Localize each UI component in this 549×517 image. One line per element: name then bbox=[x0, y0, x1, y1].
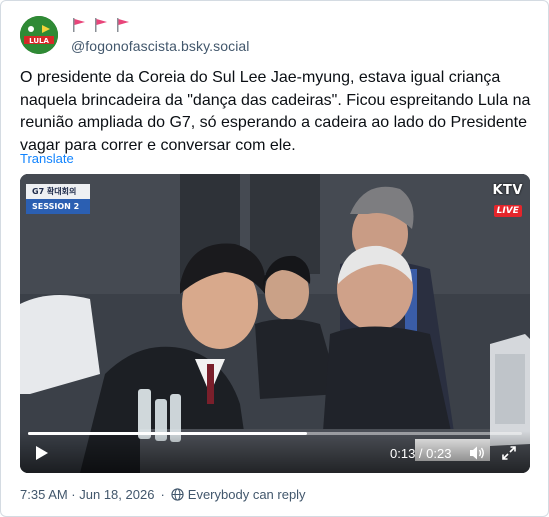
volume-icon[interactable] bbox=[468, 444, 486, 462]
translate-link[interactable]: Translate bbox=[20, 151, 74, 166]
post-footer: 7:35 AM · Jun 18, 2026 · Everybody can r… bbox=[20, 487, 306, 502]
video-player[interactable]: G7 확대회의 SESSION 2 KTV LIVE 0:13 / 0:23 bbox=[20, 174, 530, 473]
session-badge: G7 확대회의 SESSION 2 bbox=[26, 184, 90, 214]
play-icon[interactable] bbox=[32, 444, 50, 462]
live-badge: LIVE bbox=[493, 205, 522, 217]
flag-icon bbox=[117, 18, 129, 32]
session-subtitle: SESSION 2 bbox=[26, 199, 90, 214]
flag-icon bbox=[95, 18, 107, 32]
reply-setting[interactable]: Everybody can reply bbox=[188, 487, 306, 502]
author-handle[interactable]: @fogonofascista.bsky.social bbox=[71, 38, 250, 54]
post-text: O presidente da Coreia do Sul Lee Jae-my… bbox=[20, 69, 531, 154]
post-card: LULA @fogonofascista.bsky.social O presi… bbox=[0, 0, 549, 517]
channel-logo: KTV LIVE bbox=[492, 183, 523, 217]
avatar[interactable]: LULA bbox=[20, 16, 58, 54]
video-frame bbox=[20, 174, 530, 473]
session-title: G7 확대회의 bbox=[26, 184, 90, 199]
fullscreen-icon[interactable] bbox=[501, 445, 517, 461]
flag-icon bbox=[73, 18, 85, 32]
separator: · bbox=[160, 487, 165, 502]
avatar-text: LULA bbox=[29, 37, 49, 45]
progress-fill bbox=[28, 432, 308, 435]
video-time: 0:13 / 0:23 bbox=[390, 446, 452, 461]
post-timestamp[interactable]: 7:35 AM · Jun 18, 2026 bbox=[20, 487, 154, 502]
flag-emojis bbox=[71, 17, 131, 33]
channel-name: KTV bbox=[492, 183, 523, 198]
video-controls bbox=[20, 431, 530, 473]
progress-bar[interactable] bbox=[28, 432, 522, 435]
globe-icon bbox=[171, 488, 184, 501]
